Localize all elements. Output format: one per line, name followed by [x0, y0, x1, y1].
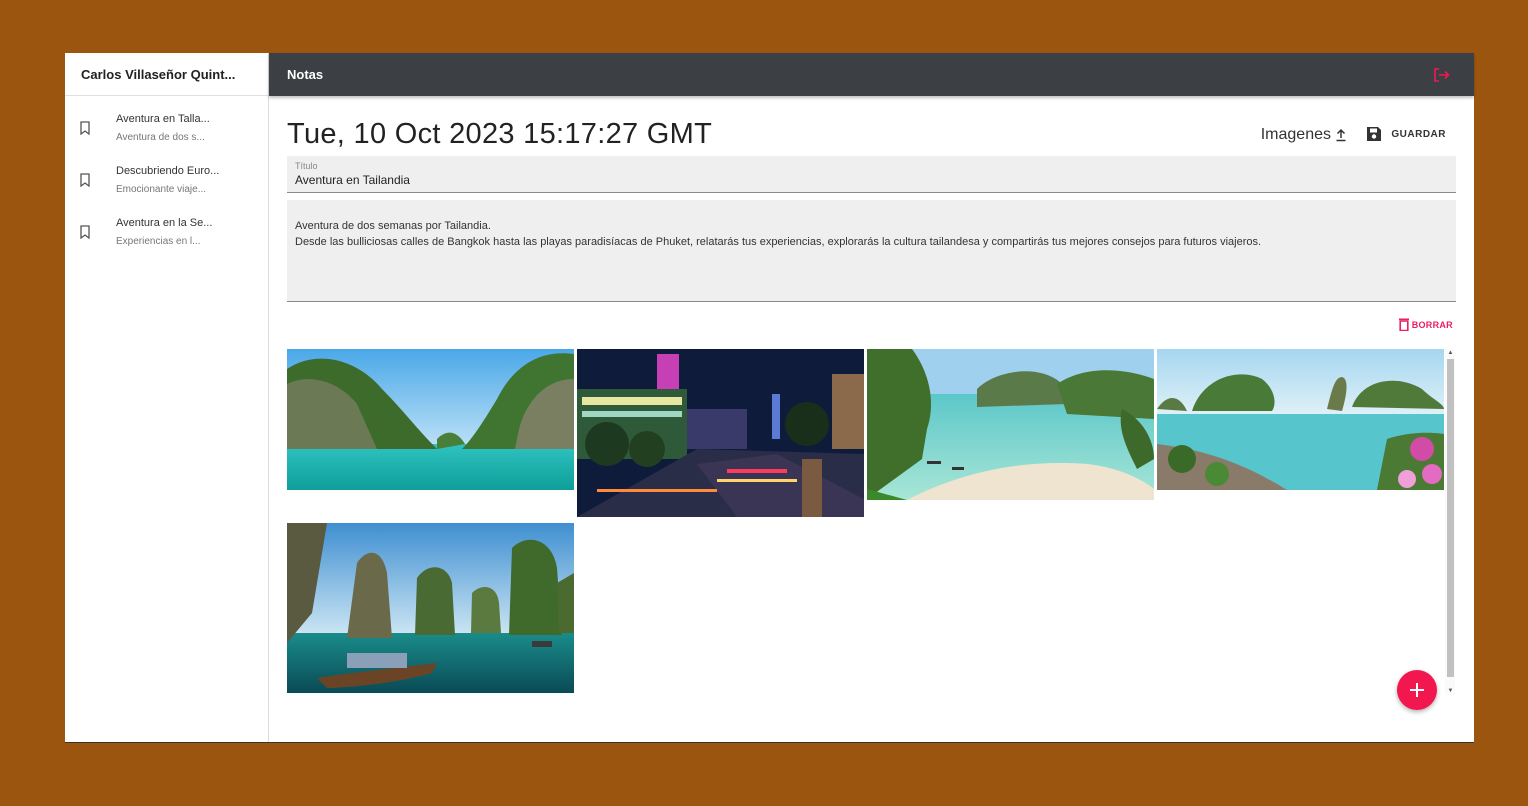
page-title: Notas: [287, 67, 324, 82]
note-list: Aventura en Talla... Aventura de dos s..…: [65, 96, 268, 261]
note-item-title: Aventura en Talla...: [116, 113, 210, 125]
user-name: Carlos Villaseñor Quint...: [65, 53, 268, 96]
note-date: Tue, 10 Oct 2023 15:17:27 GMT: [287, 118, 713, 150]
sidebar: Carlos Villaseñor Quint... Aventura en T…: [65, 53, 269, 742]
note-list-item[interactable]: Aventura en Talla... Aventura de dos s..…: [65, 105, 268, 157]
photo-thailand-beach-bay[interactable]: [867, 349, 1154, 500]
note-body-line: Desde las bulliciosas calles de Bangkok …: [295, 236, 1262, 248]
app-window: Carlos Villaseñor Quint... Aventura en T…: [65, 53, 1474, 743]
scroll-up-arrow-icon[interactable]: ▲: [1447, 349, 1454, 357]
plus-icon: [1410, 683, 1424, 697]
photo-thailand-cliffs-lagoon[interactable]: [287, 349, 574, 490]
scrollbar-thumb[interactable]: [1447, 359, 1454, 677]
top-bar: Notas: [269, 53, 1474, 96]
note-item-preview: Aventura de dos s...: [116, 132, 205, 143]
upload-images-button[interactable]: Imagenes: [1261, 126, 1348, 144]
scroll-down-arrow-icon[interactable]: ▼: [1447, 687, 1454, 695]
save-button[interactable]: GUARDAR: [1365, 125, 1446, 143]
upload-icon: [1336, 128, 1346, 142]
save-icon: [1367, 127, 1382, 141]
gallery-image: [287, 349, 574, 490]
photo-phang-nga-james-bond-island[interactable]: [1157, 349, 1444, 490]
title-input[interactable]: [295, 173, 1448, 187]
gallery-image: [867, 349, 1154, 500]
gallery-image: [287, 523, 574, 693]
note-item-title: Descubriendo Euro...: [116, 165, 220, 177]
logout-icon[interactable]: [1432, 66, 1450, 84]
delete-button[interactable]: BORRAR: [1398, 318, 1453, 331]
note-list-item[interactable]: Descubriendo Euro... Emocionante viaje..…: [65, 157, 268, 209]
note-body-line: Aventura de dos semanas por Tailandia.: [295, 220, 491, 232]
title-field-label: Título: [295, 161, 318, 171]
gallery-scrollbar[interactable]: ▲ ▼: [1445, 349, 1455, 695]
add-note-button[interactable]: [1397, 670, 1437, 710]
save-label: GUARDAR: [1391, 128, 1446, 140]
image-gallery: [287, 349, 1445, 695]
trash-icon: [1398, 318, 1409, 331]
bookmark-icon: [80, 225, 90, 239]
bookmark-icon: [80, 121, 90, 135]
photo-bangkok-night-street[interactable]: [577, 349, 864, 517]
note-item-preview: Emocionante viaje...: [116, 184, 207, 195]
title-field[interactable]: Título: [287, 156, 1456, 193]
upload-images-label: Imagenes: [1260, 126, 1331, 143]
gallery-image: [1157, 349, 1444, 490]
note-body-textarea[interactable]: Aventura de dos semanas por Tailandia. D…: [287, 200, 1456, 302]
bookmark-icon: [80, 173, 90, 187]
note-item-title: Aventura en la Se...: [116, 217, 213, 229]
note-list-item[interactable]: Aventura en la Se... Experiencias en l..…: [65, 209, 268, 261]
note-editor: Tue, 10 Oct 2023 15:17:27 GMT Imagenes G…: [287, 96, 1456, 742]
delete-label: BORRAR: [1411, 319, 1453, 330]
photo-longtail-boat-limestone-karsts[interactable]: [287, 523, 574, 693]
note-item-preview: Experiencias en l...: [116, 236, 201, 247]
gallery-image: [577, 349, 864, 517]
